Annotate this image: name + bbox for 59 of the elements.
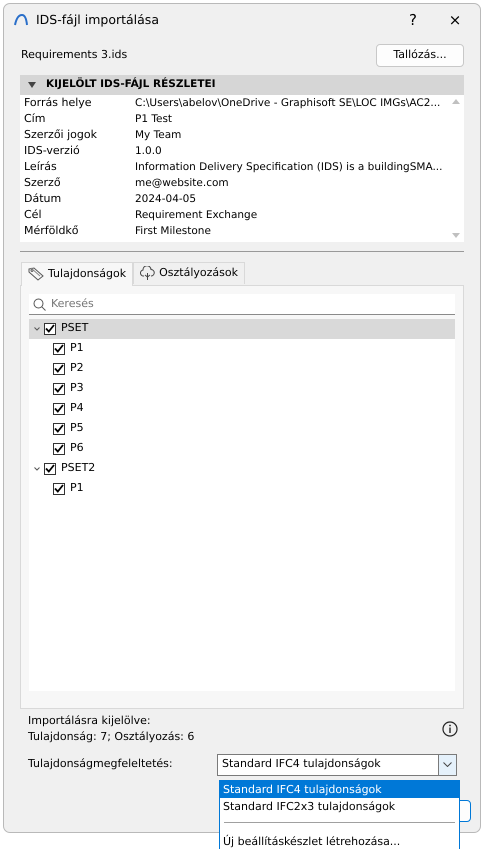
chevron-down-icon — [443, 762, 452, 767]
tree-row[interactable]: P1 — [29, 478, 455, 498]
detail-label: Szerzői jogok — [23, 126, 98, 142]
chevron-down-icon[interactable] — [33, 326, 41, 332]
detail-label: Szerző — [23, 174, 62, 190]
detail-value: First Milestone — [135, 224, 211, 238]
help-button[interactable]: ? — [396, 8, 430, 32]
app-logo-icon — [14, 14, 28, 26]
detail-label: Mérföldkő — [23, 222, 80, 238]
checkbox[interactable] — [53, 362, 65, 374]
selection-count: Tulajdonság: 7; Osztályozás: 6 — [28, 729, 194, 745]
tree-row[interactable]: P2 — [29, 358, 455, 378]
file-name: Requirements 3.ids — [21, 47, 128, 63]
detail-value: My Team — [135, 128, 182, 142]
close-button[interactable]: × — [438, 8, 472, 32]
detail-value: 1.0.0 — [135, 144, 162, 158]
search-field[interactable]: Keresés — [29, 294, 455, 314]
tree-row[interactable]: P1 — [29, 338, 455, 358]
checkbox[interactable] — [53, 402, 65, 414]
detail-label: Forrás helye — [23, 94, 93, 110]
browse-button[interactable]: Tallózás... — [376, 44, 464, 66]
detail-value: 2024-04-05 — [135, 192, 196, 206]
selection-summary-label: Importálásra kijelölve: — [28, 712, 152, 728]
checkbox[interactable] — [53, 442, 65, 454]
detail-label: Cím — [23, 110, 46, 126]
checkbox[interactable] — [44, 462, 56, 474]
detail-label: Leírás — [23, 158, 58, 174]
tree-row[interactable]: P3 — [29, 378, 455, 398]
checkbox[interactable] — [53, 382, 65, 394]
tree-row[interactable]: P6 — [29, 438, 455, 458]
window-title: IDS-fájl importálása — [36, 10, 160, 29]
detail-value: P1 Test — [135, 112, 172, 126]
detail-value: me@website.com — [135, 176, 229, 190]
tree-row[interactable]: P4 — [29, 398, 455, 418]
detail-value: Information Delivery Specification (IDS) is a buildingSMA... — [135, 160, 442, 174]
tree-row[interactable]: PSET2 — [29, 458, 455, 478]
mapping-dropdown[interactable]: Standard IFC4 tulajdonságok — [217, 754, 457, 776]
checkbox[interactable] — [53, 482, 65, 494]
tree-row[interactable]: P5 — [29, 418, 455, 438]
checkbox[interactable] — [53, 342, 65, 354]
section-header[interactable]: KIJELÖLT IDS-FÁJL RÉSZLETEI — [20, 74, 464, 94]
checkbox[interactable] — [53, 422, 65, 434]
tree-row[interactable]: PSET — [29, 318, 455, 338]
chevron-down-icon[interactable] — [33, 466, 41, 472]
dropdown-option[interactable]: Új beállításkészlet létrehozása... — [220, 833, 459, 849]
detail-value: Requirement Exchange — [135, 208, 258, 222]
tag-icon — [28, 267, 44, 281]
detail-label: Cél — [23, 206, 43, 222]
mapping-label: Tulajdonságmegfeleltetés: — [28, 756, 173, 772]
tab[interactable]: Osztályozások — [133, 262, 245, 284]
dropdown-option[interactable]: Standard IFC2x3 tulajdonságok — [220, 798, 459, 815]
checkbox[interactable] — [44, 322, 56, 334]
detail-label: IDS-verzió — [23, 142, 81, 158]
tree-icon — [140, 266, 156, 280]
dropdown-option[interactable]: Standard IFC4 tulajdonságok — [220, 781, 459, 798]
detail-value: C:\Users\abelov\OneDrive - Graphisoft SE\LOC IMGs\AC2... — [135, 96, 440, 110]
detail-label: Dátum — [23, 190, 62, 206]
info-icon[interactable] — [442, 721, 458, 737]
tab[interactable]: Tulajdonságok — [21, 262, 134, 286]
